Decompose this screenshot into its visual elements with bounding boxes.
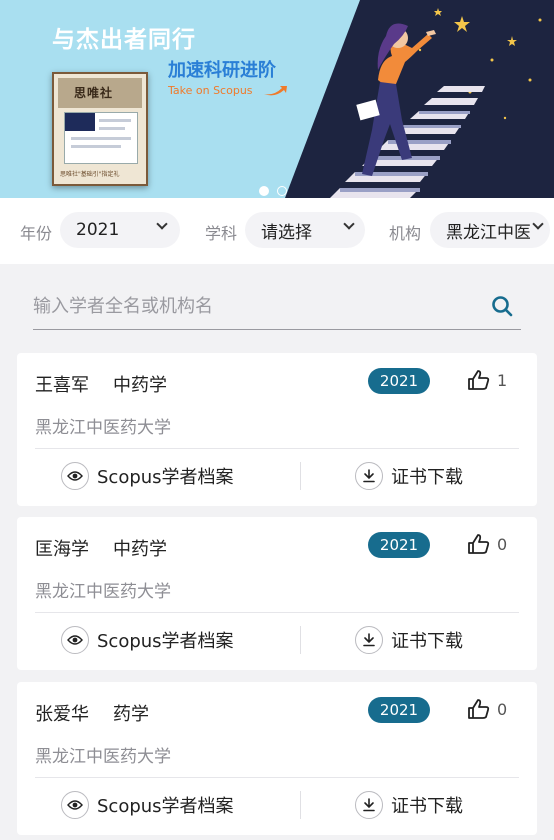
scholar-name: 张爱华	[35, 704, 89, 725]
carousel-dot-active[interactable]	[259, 186, 269, 196]
year-badge: 2021	[368, 697, 430, 723]
book-certificate-image	[64, 112, 138, 164]
scholar-card[interactable]: 张爱华 药学 2021 0 黑龙江中医药大学 Scopus学者档案 证书下载	[17, 682, 537, 835]
like-count: 1	[497, 371, 508, 390]
book-header: 思唯社	[58, 78, 142, 108]
banner-subtitle: 加速科研进阶	[168, 60, 276, 81]
certificate-download-label: 证书下载	[391, 467, 463, 488]
download-icon	[355, 626, 383, 654]
scholar-name: 王喜军	[35, 375, 89, 396]
filter-bar: 年份 2021 学科 请选择 机构 黑龙江中医	[0, 198, 554, 264]
year-select[interactable]: 2021	[60, 212, 180, 248]
divider	[35, 448, 519, 449]
divider	[300, 626, 301, 654]
chevron-down-icon	[156, 218, 168, 230]
search-input[interactable]	[33, 292, 473, 320]
like-button[interactable]: 0	[467, 696, 507, 724]
thumbs-up-icon	[468, 534, 490, 554]
certificate-download-button[interactable]: 证书下载	[355, 459, 463, 493]
eye-icon	[61, 791, 89, 819]
subject-value: 请选择	[261, 222, 312, 243]
subject-select[interactable]: 请选择	[245, 212, 365, 248]
scholar-subject: 药学	[113, 704, 149, 725]
like-count: 0	[497, 535, 508, 554]
year-value: 2021	[76, 220, 120, 240]
like-button[interactable]: 0	[467, 531, 507, 559]
book-caption: 思唯社"基础引"指定礼	[60, 171, 120, 178]
search-bar	[33, 282, 521, 330]
certificate-download-label: 证书下载	[391, 631, 463, 652]
download-icon	[355, 462, 383, 490]
institution-label: 机构	[389, 224, 422, 243]
certificate-download-button[interactable]: 证书下载	[355, 623, 463, 657]
scholar-card[interactable]: 匡海学 中药学 2021 0 黑龙江中医药大学 Scopus学者档案 证书下载	[17, 517, 537, 670]
scopus-profile-button[interactable]: Scopus学者档案	[61, 623, 234, 657]
year-label: 年份	[20, 224, 53, 243]
book-logo: 思唯社	[74, 86, 114, 100]
scopus-profile-button[interactable]: Scopus学者档案	[61, 788, 234, 822]
thumbs-up-icon	[468, 370, 490, 390]
divider	[300, 791, 301, 819]
divider	[300, 462, 301, 490]
scopus-profile-label: Scopus学者档案	[97, 631, 234, 652]
like-button[interactable]: 1	[467, 367, 507, 395]
arrow-right-icon	[264, 86, 288, 96]
scholar-institution: 黑龙江中医药大学	[35, 582, 171, 602]
like-count: 0	[497, 700, 508, 719]
certificate-download-label: 证书下载	[391, 796, 463, 817]
eye-icon	[61, 462, 89, 490]
thumbs-up-icon	[468, 699, 490, 719]
scopus-profile-button[interactable]: Scopus学者档案	[61, 459, 234, 493]
scholar-name: 匡海学	[35, 539, 89, 560]
scholar-institution: 黑龙江中医药大学	[35, 418, 171, 438]
banner-title: 与杰出者同行	[52, 27, 196, 53]
scholar-card[interactable]: 王喜军 中药学 2021 1 黑龙江中医药大学 Scopus学者档案 证书下载	[17, 353, 537, 506]
year-badge: 2021	[368, 532, 430, 558]
year-badge: 2021	[368, 368, 430, 394]
scopus-profile-label: Scopus学者档案	[97, 796, 234, 817]
institution-value: 黑龙江中医	[446, 222, 530, 243]
download-icon	[355, 791, 383, 819]
eye-icon	[61, 626, 89, 654]
carousel-dot[interactable]	[277, 186, 287, 196]
divider	[35, 777, 519, 778]
institution-select[interactable]: 黑龙江中医	[430, 212, 550, 248]
chevron-down-icon	[532, 218, 544, 230]
scholar-subject: 中药学	[113, 539, 167, 560]
chevron-down-icon	[343, 218, 355, 230]
carousel-indicator	[259, 186, 287, 196]
scholar-subject: 中药学	[113, 375, 167, 396]
scholar-institution: 黑龙江中医药大学	[35, 747, 171, 767]
divider	[35, 612, 519, 613]
search-icon[interactable]	[491, 295, 513, 317]
book-cover-image: 思唯社 思唯社"基础引"指定礼	[52, 72, 148, 186]
certificate-download-button[interactable]: 证书下载	[355, 788, 463, 822]
promo-banner[interactable]: 与杰出者同行 加速科研进阶 Take on Scopus 思唯社 思唯社"基础引…	[0, 0, 554, 198]
scopus-profile-label: Scopus学者档案	[97, 467, 234, 488]
subject-label: 学科	[205, 224, 238, 243]
banner-tagline: Take on Scopus	[168, 84, 288, 98]
